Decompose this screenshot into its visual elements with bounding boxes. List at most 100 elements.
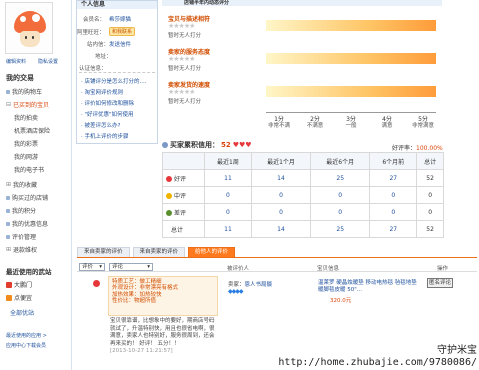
scale-label: 一般 [345, 123, 357, 129]
rating-note: 暂时无人打分 [168, 33, 202, 39]
table-cell[interactable]: 25 [310, 220, 371, 238]
table-cell[interactable]: 0 [310, 203, 371, 221]
product-title-link[interactable]: 温莱罗 硬晶烛暖垫 移动电热毯 毡毯地垫 暖脚毯皮暖 50"... [318, 280, 422, 294]
avatar[interactable] [5, 2, 53, 54]
chevron-down-icon: ▾ [147, 264, 150, 270]
wangwang-label: 阿里旺旺： [77, 30, 105, 36]
scale-label: 非常不满 [267, 123, 290, 129]
scale-axis [266, 112, 436, 113]
profile-panel: 个人信息 会员名： 希莎嫁猫 阿里旺旺： 和我联系 站内信： 发送信件 地址： … [76, 0, 158, 144]
mushroom-stem [20, 31, 40, 47]
expand-icon: ⊞ [6, 181, 12, 188]
app-icon [6, 281, 12, 288]
table-cell[interactable]: 0 [310, 186, 371, 204]
seller-level-icon: ◆◆◆◆ [228, 288, 244, 295]
help-link[interactable]: · 评价如何修改和删除 [81, 99, 134, 107]
rating-filter-select[interactable]: 评价 ▾ [79, 263, 105, 271]
table-header-row: 最近1周 最近1个月 最近6个月 6个月前 总计 [162, 152, 444, 170]
app-center-link[interactable]: 应用中心下载会员 [6, 342, 46, 349]
heart-level-icon: ♥♥♥ [232, 141, 252, 149]
table-cell[interactable]: 0 [250, 186, 312, 204]
column-header-op: 操作 [437, 266, 449, 272]
all-apps-link[interactable]: 全部优站 [10, 308, 34, 317]
member-name-label: 会员名： [83, 17, 106, 23]
sidebar-item-lottery[interactable]: 我的彩票 [14, 139, 38, 148]
my-trades-heading: 我的交易 [6, 74, 34, 82]
column-header-person: 被评价人 [227, 266, 250, 272]
bullet-icon [6, 234, 10, 239]
privacy-settings-link[interactable]: 隐私设置 [38, 58, 58, 65]
recent-app-dianpianyi[interactable]: 点便宜 [6, 293, 32, 302]
wangwang-contact-button[interactable]: 和我联系 [109, 27, 136, 36]
table-cell[interactable]: 27 [369, 169, 418, 187]
watermark: 守护米宝 http://home.zhubajie.com/9780086/ [278, 345, 477, 368]
help-link[interactable]: · 店铺评分是怎么打分的.... [81, 77, 147, 85]
product-price: 320.0元 [330, 298, 352, 304]
member-name-value[interactable]: 希莎嫁猫 [109, 15, 131, 23]
table-cell[interactable]: 25 [310, 169, 371, 187]
help-link[interactable]: · 被差评怎么办? [81, 121, 120, 129]
column-header: 6个月前 [369, 152, 418, 170]
buyer-credit-title: 买家累积信用： 52 ♥♥♥ [162, 140, 252, 150]
anonymous-review-button[interactable]: 匿名评论 [427, 278, 453, 288]
table-cell: 52 [416, 220, 444, 238]
rating-note: 暂时无人打分 [168, 66, 202, 72]
table-cell[interactable]: 0 [204, 186, 252, 204]
column-header: 最近1周 [204, 152, 252, 170]
bullet-icon [6, 221, 10, 226]
sidebar-item-ebook[interactable]: 我的电子书 [14, 165, 44, 174]
column-header: 最近6个月 [310, 152, 371, 170]
scale-label: 不满意 [306, 123, 324, 129]
table-cell[interactable]: 27 [369, 220, 418, 238]
scale-label: 非常满意 [411, 123, 434, 129]
review-text: 宝贝很靠谱，比想象中的要好，期商店号码就试了，升温特别快，用且也很省电啊，很满意… [110, 318, 218, 356]
sidebar-item-travel[interactable]: 机票酒店保险 [14, 126, 50, 135]
help-link[interactable]: · 手机上评价的步骤 [81, 132, 129, 140]
review-tags: 特质工艺：做工精细 外观设计：非常漂亮有格式 加热效果：加热较快 性价比：物超所… [108, 276, 218, 316]
review-tabs: 来自卖家的评价 来自卖家的评价 给他人的评价 [77, 247, 477, 258]
table-cell[interactable]: 14 [250, 169, 312, 187]
sidebar-item-bought[interactable]: ⊟ 已买到的宝贝 [6, 100, 49, 109]
tab-from-seller[interactable]: 来自卖家的评价 [77, 247, 130, 257]
mushroom-avatar-icon [14, 11, 46, 33]
seller-name-link[interactable]: 恩人书局摄 [245, 282, 273, 288]
sidebar-item-refund[interactable]: ⊞ 退款维权 [6, 245, 37, 254]
shop-rating-panel: 店铺半年内动态评分 宝贝与描述相符 ★★★★★ 暂时无人打分 卖家的服务态度 ★… [162, 0, 442, 132]
help-link[interactable]: · "好评优惠"如何使用 [81, 110, 134, 118]
comment-filter-select[interactable]: 评论 ▾ [109, 263, 153, 271]
sidebar-item-cart[interactable]: 我的购物车 [6, 87, 42, 96]
rating-bar [266, 86, 436, 97]
tab-from-seller-2[interactable]: 来自卖家的评价 [132, 247, 186, 257]
sidebar-item-reviews[interactable]: 评价管理 [6, 232, 36, 241]
recent-app-dapengmen[interactable]: 大鹏门 [6, 280, 32, 289]
bullet-icon [6, 195, 10, 200]
table-cell[interactable]: 0 [204, 203, 252, 221]
bullet-icon [6, 208, 10, 213]
profile-header: 个人信息 [77, 1, 157, 9]
column-header-item: 宝贝信息 [317, 266, 340, 272]
column-header: 最近1个月 [250, 152, 312, 170]
good-review-icon [93, 280, 100, 287]
table-cell[interactable]: 11 [204, 220, 252, 238]
good-rate: 好评率：100.00% [392, 145, 443, 152]
send-letter-link[interactable]: 发送信件 [109, 40, 131, 48]
table-cell[interactable]: 0 [250, 203, 312, 221]
star-rating-icon: ★★★★★ [168, 22, 195, 30]
sidebar-item-games[interactable]: 我的网游 [14, 152, 38, 161]
sidebar-item-auction[interactable]: 我的拍卖 [14, 113, 38, 122]
bullet-icon [6, 89, 10, 94]
recent-apps-link[interactable]: 最近使用的应用 > [6, 332, 47, 339]
table-cell[interactable]: 0 [369, 186, 418, 204]
edit-profile-link[interactable]: 编辑资料 [6, 58, 26, 65]
expand-icon: ⊞ [6, 246, 12, 253]
sidebar-item-shops[interactable]: 购买过的店铺 [6, 193, 48, 202]
help-link[interactable]: · 淘宝网评价规则 [81, 88, 123, 96]
tab-given-reviews[interactable]: 给他人的评价 [188, 247, 236, 257]
sidebar-item-coupons[interactable]: 我的优惠信息 [6, 219, 48, 228]
table-cell[interactable]: 11 [204, 169, 252, 187]
chevron-down-icon: ▾ [99, 264, 102, 270]
sidebar-item-points[interactable]: 我的积分 [6, 206, 36, 215]
sidebar-item-favorites[interactable]: ⊞ 我的收藏 [6, 180, 37, 189]
table-cell[interactable]: 0 [369, 203, 418, 221]
table-cell[interactable]: 14 [250, 220, 312, 238]
